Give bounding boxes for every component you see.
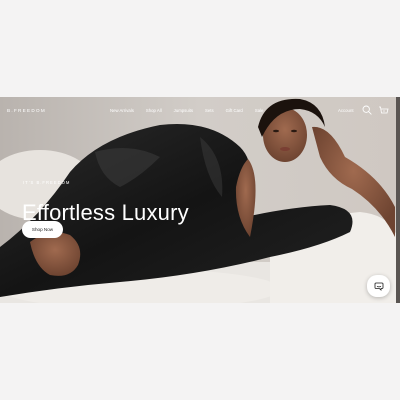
page-scrollbar[interactable] bbox=[396, 97, 400, 303]
account-link[interactable]: Account bbox=[338, 108, 354, 113]
hero-kicker: IT'S B.FREEDOM bbox=[23, 180, 71, 185]
storefront-page: B.FREEDOM New Arrivals Shop All Jumpsuit… bbox=[0, 97, 400, 303]
site-header: B.FREEDOM New Arrivals Shop All Jumpsuit… bbox=[0, 97, 400, 125]
shop-now-button[interactable]: Shop Now bbox=[22, 221, 63, 238]
cart-count: 0 bbox=[383, 109, 385, 113]
cart-icon[interactable]: 0 bbox=[378, 105, 389, 116]
nav-sale[interactable]: Sale bbox=[255, 108, 264, 113]
nav-shop-all[interactable]: Shop All bbox=[146, 108, 162, 113]
search-icon[interactable] bbox=[362, 105, 372, 115]
nav-sets[interactable]: Sets bbox=[205, 108, 214, 113]
main-nav: New Arrivals Shop All Jumpsuits Sets Gif… bbox=[108, 108, 263, 113]
nav-jumpsuits[interactable]: Jumpsuits bbox=[174, 108, 193, 113]
chat-icon bbox=[374, 282, 383, 291]
nav-new-arrivals[interactable]: New Arrivals bbox=[110, 108, 134, 113]
nav-gift-card[interactable]: Gift Card bbox=[226, 108, 243, 113]
chat-button[interactable] bbox=[367, 275, 390, 297]
brand-logo[interactable]: B.FREEDOM bbox=[7, 108, 46, 113]
